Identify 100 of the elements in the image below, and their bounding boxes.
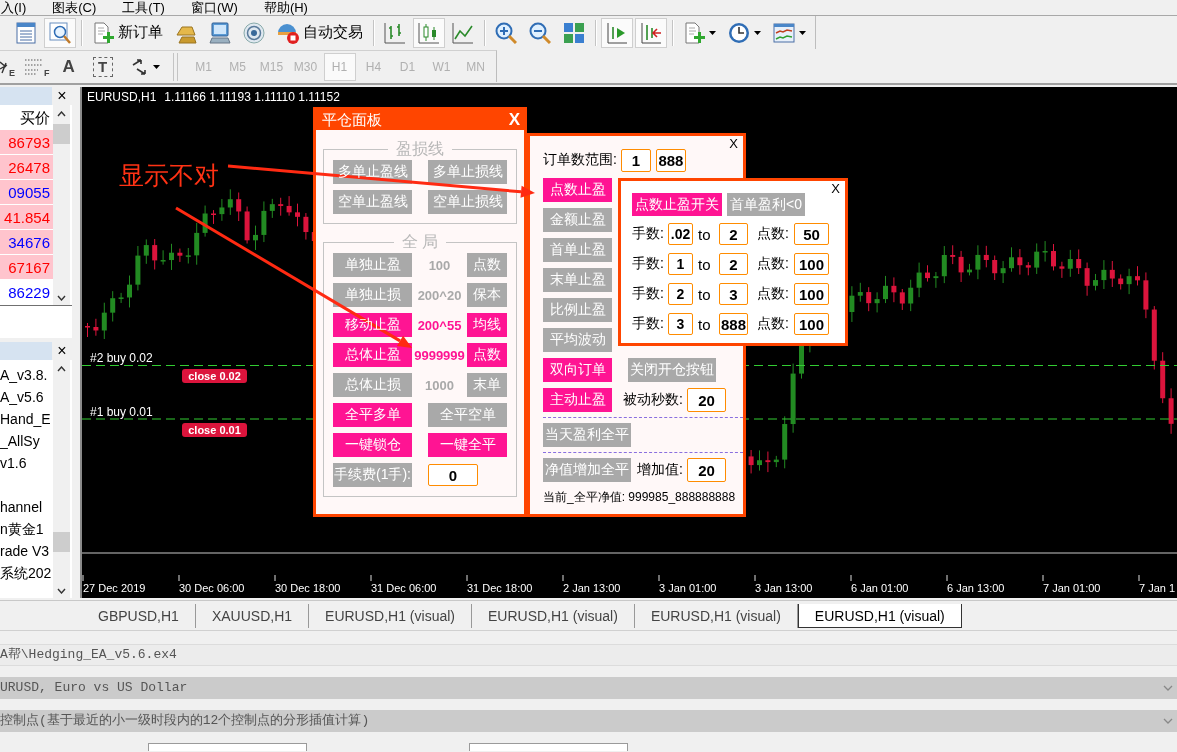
setting-value: 1000 — [424, 377, 455, 393]
toolbar-button[interactable]: 自动交易 — [272, 17, 368, 48]
input-field[interactable]: 100 — [794, 313, 829, 335]
expert-field[interactable]: A帮\Hedging_EA_v5.6.ex4 — [0, 644, 1177, 666]
panel-header — [0, 87, 52, 105]
field-label: to — [697, 225, 712, 243]
field-label: 手数: — [632, 315, 665, 333]
drawing-tool-button[interactable]: E — [0, 52, 16, 81]
input-field[interactable]: 20 — [687, 458, 726, 482]
navigator-item[interactable]: rade V3 — [0, 540, 53, 562]
toggle-button[interactable]: 全平多单 — [333, 403, 412, 427]
input-field[interactable]: 50 — [794, 223, 829, 245]
drawing-tool-button[interactable]: A — [54, 52, 83, 81]
close-order-button[interactable]: close 0.01 — [182, 423, 247, 437]
time-label: 7 Jan 1 — [1139, 582, 1176, 594]
caret-icon — [799, 30, 806, 35]
input-field[interactable]: 100 — [794, 253, 829, 275]
drawing-tool-button[interactable]: F — [22, 52, 53, 81]
net-value-text: 当前_全平净值: 999985_888888888 — [543, 489, 737, 506]
chevron-up-icon[interactable] — [57, 366, 66, 372]
toggle-button[interactable]: 总体止盈 — [333, 343, 412, 367]
scroll-thumb[interactable] — [53, 532, 70, 552]
input-field[interactable]: 2 — [719, 253, 748, 275]
input-field[interactable]: 3 — [719, 283, 748, 305]
chevron-up-icon[interactable] — [57, 111, 66, 117]
input-field[interactable]: 1 — [668, 253, 693, 275]
navigator-item[interactable]: hannel — [0, 496, 53, 518]
close-button[interactable]: X — [831, 183, 845, 194]
input-field[interactable]: 2 — [668, 283, 693, 305]
chart-symbol: EURUSD,H1 — [87, 90, 157, 104]
close-order-button[interactable]: close 0.02 — [182, 369, 247, 383]
input-field[interactable]: 1 — [620, 148, 651, 172]
scrollbar[interactable] — [53, 360, 70, 598]
toggle-button[interactable]: 点数止盈开关 — [632, 193, 722, 216]
field-label: 手数: — [632, 285, 665, 303]
toggle-button[interactable]: 均线 — [467, 313, 507, 337]
input-field[interactable]: 888 — [655, 148, 686, 172]
order-label: #1 buy 0.01 — [90, 405, 153, 419]
setting-value: 200^20 — [416, 287, 463, 303]
stop-badge-icon — [277, 21, 299, 44]
toggle-button[interactable]: 主动止盈 — [543, 388, 612, 412]
input-field[interactable]: 100 — [794, 283, 829, 305]
toggle-button[interactable]: 双向订单 — [543, 358, 612, 382]
navigator-item[interactable]: Hand_E — [0, 408, 53, 430]
menu-item[interactable]: 入(I) — [1, 0, 27, 15]
time-label: 6 Jan 13:00 — [947, 582, 1005, 594]
input-field[interactable]: 888 — [719, 313, 748, 335]
chart-tab[interactable]: GBPUSD,H1 — [82, 604, 196, 628]
chevron-down-icon[interactable] — [57, 295, 66, 301]
scrollbar[interactable] — [53, 105, 70, 305]
drawing-tool-button[interactable]: T — [92, 56, 113, 77]
time-label: 27 Dec 2019 — [83, 582, 146, 594]
toggle-button[interactable]: 一键全平 — [428, 433, 507, 457]
chart-tab[interactable]: XAUUSD,H1 — [195, 604, 310, 628]
toggle-button[interactable]: 点数 — [467, 343, 507, 367]
chart-tab[interactable]: EURUSD,H1 (visual) — [309, 604, 472, 628]
zoom-out-icon — [529, 21, 551, 44]
price-cell: 41.854 — [0, 205, 53, 230]
navigator-item[interactable]: v1.6 — [0, 452, 53, 474]
toggle-button[interactable]: 点数止盈 — [543, 178, 612, 202]
navigator-item[interactable]: 系统202 — [0, 562, 53, 584]
toggle-button[interactable]: 移动止盈 — [333, 313, 412, 337]
chart-tab[interactable]: EURUSD,H1 (visual) — [472, 604, 635, 628]
input-field[interactable] — [469, 743, 628, 751]
navigator-item[interactable]: n黄金1 — [0, 518, 53, 540]
close-button[interactable]: × — [52, 342, 72, 360]
chart-tab[interactable]: EURUSD,H1 (visual) — [797, 604, 962, 628]
document-plus-icon — [92, 21, 114, 44]
chevron-down-icon[interactable] — [57, 588, 66, 594]
chart-tab[interactable]: EURUSD,H1 (visual) — [634, 604, 798, 628]
input-field[interactable]: 2 — [719, 223, 748, 245]
menu-item[interactable]: 帮助(H) — [263, 0, 308, 15]
input-field[interactable]: 20 — [687, 388, 726, 412]
input-field[interactable] — [148, 743, 307, 751]
toolbar-button[interactable]: 新订单 — [87, 17, 168, 48]
scroll-thumb[interactable] — [53, 124, 70, 144]
navigator-item[interactable]: A_v5.6 — [0, 386, 53, 408]
close-button[interactable]: X — [729, 138, 743, 149]
input-field[interactable]: 0 — [428, 464, 478, 486]
menu-item[interactable]: 图表(C) — [52, 0, 97, 15]
input-field[interactable]: 3 — [668, 313, 693, 335]
model-dropdown[interactable]: 控制点(基于最近的小一级时段内的12个控制点的分形插值计算) — [0, 710, 1177, 732]
navigator-item[interactable]: A_v3.8. — [0, 364, 53, 386]
toolbar-button[interactable] — [413, 17, 445, 48]
price-cell: 34676 — [0, 230, 53, 255]
time-label: 31 Dec 06:00 — [371, 582, 437, 594]
close-button[interactable]: × — [52, 87, 72, 105]
setting-value: 100 — [427, 257, 452, 273]
toolbar-button[interactable] — [635, 17, 667, 48]
toolbar-button[interactable] — [601, 17, 633, 48]
menu-item[interactable]: 工具(T) — [122, 0, 165, 15]
toolbar-button[interactable] — [44, 17, 76, 48]
field-label: 增加值: — [637, 461, 683, 479]
navigator-item[interactable]: _AllSy — [0, 430, 53, 452]
input-field[interactable]: .02 — [668, 223, 693, 245]
menu-item[interactable]: 窗口(W) — [190, 0, 238, 15]
grid-icon — [563, 21, 585, 44]
symbol-dropdown[interactable]: URUSD, Euro vs US Dollar — [0, 677, 1177, 699]
toggle-button[interactable]: 一键锁仓 — [333, 433, 412, 457]
document-plus-icon — [683, 21, 705, 44]
